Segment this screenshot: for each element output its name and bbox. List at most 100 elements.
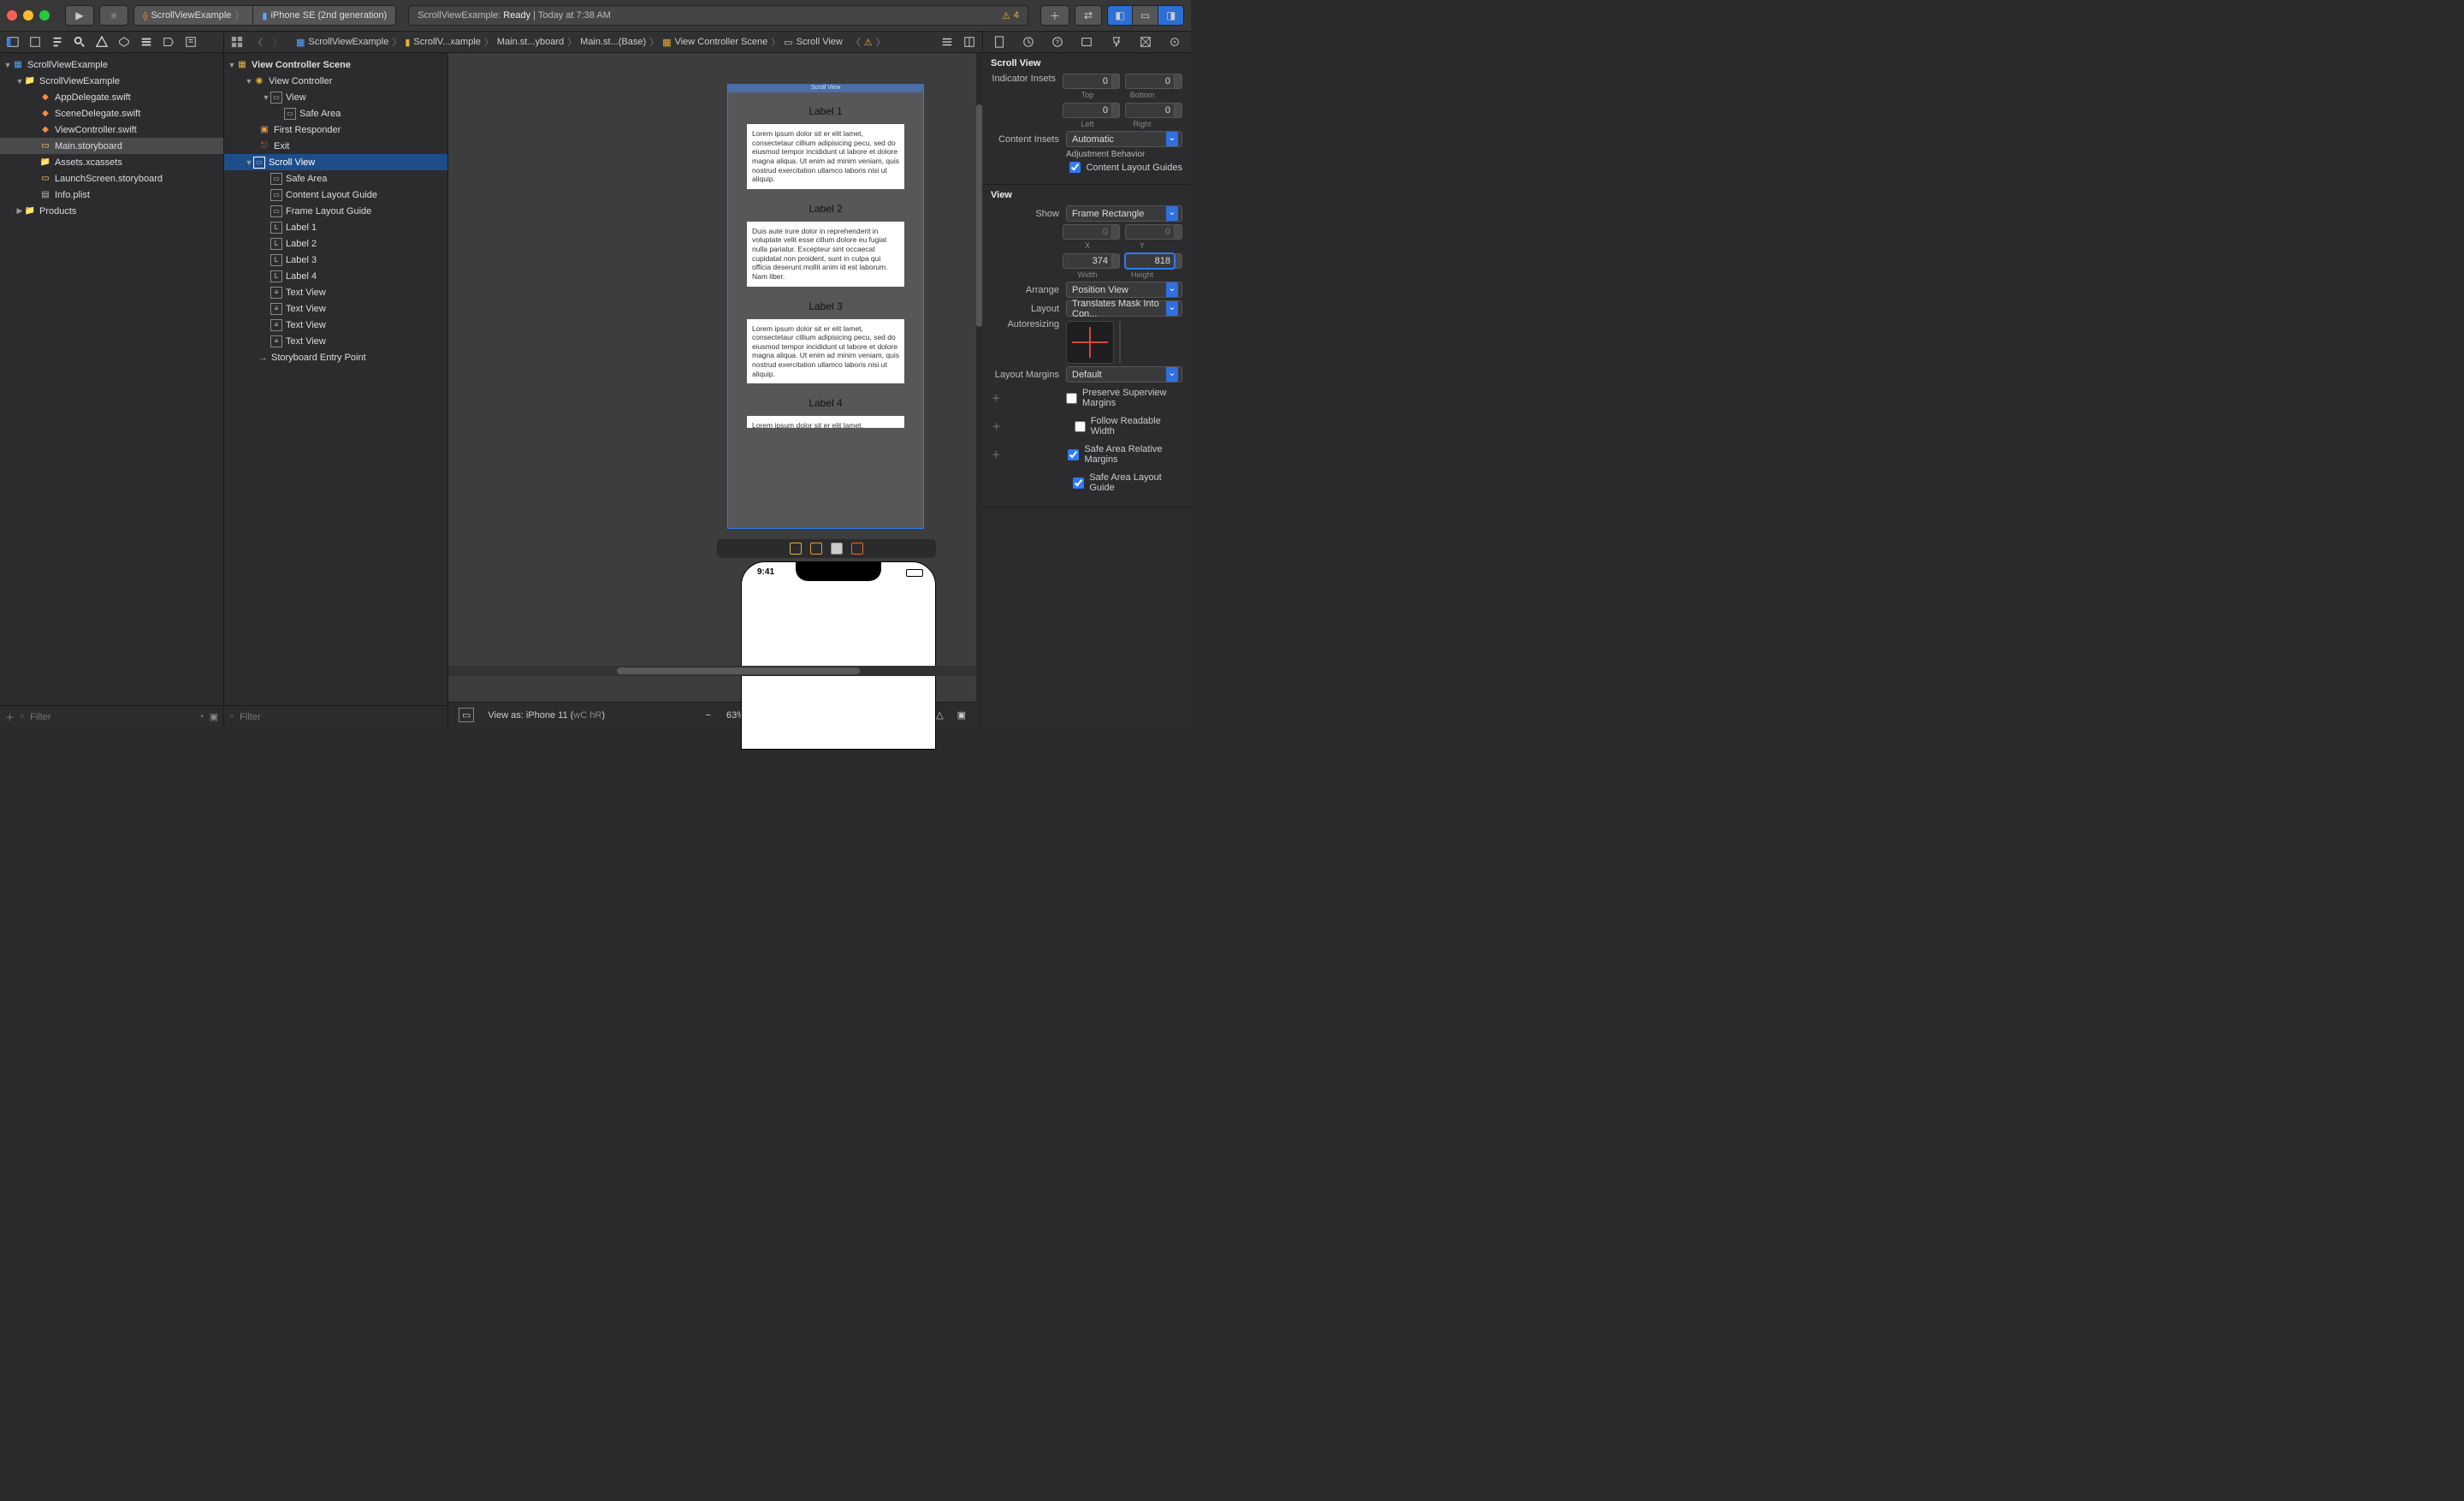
height-field[interactable]: 818 [1125, 253, 1175, 269]
inset-bottom-field[interactable]: 0 [1125, 74, 1175, 89]
stepper-icon[interactable] [1174, 74, 1182, 89]
close-icon[interactable] [7, 10, 17, 21]
navigator-filter-input[interactable] [30, 712, 193, 722]
toggle-debug-button[interactable]: ▭ [1133, 5, 1158, 26]
embed-in-icon[interactable]: ▣ [957, 709, 966, 721]
inset-right-field[interactable]: 0 [1125, 103, 1175, 118]
nav-forward-icon[interactable]: 〉 [273, 35, 282, 49]
outline-safearea[interactable]: ▭Safe Area [224, 105, 447, 122]
file-main-storyboard[interactable]: ▭Main.storyboard [0, 138, 223, 154]
project-group[interactable]: ▼📁ScrollViewExample [0, 73, 223, 89]
minimize-icon[interactable] [23, 10, 33, 21]
adjust-editor-icon[interactable] [941, 36, 953, 48]
inspector-vertical-scrollbar[interactable] [976, 53, 982, 727]
dock-entry-icon[interactable] [851, 543, 863, 555]
canvas-device-frame[interactable]: 9:41 [741, 561, 936, 750]
file-scenedelegate[interactable]: ◆SceneDelegate.swift [0, 105, 223, 122]
identity-inspector-icon[interactable] [1081, 36, 1093, 48]
zoom-icon[interactable] [39, 10, 50, 21]
find-nav-icon[interactable] [74, 36, 86, 48]
safe-area-relative-checkbox[interactable] [1068, 449, 1079, 460]
preserve-superview-checkbox[interactable] [1066, 393, 1077, 404]
safe-area-layout-guide-checkbox[interactable] [1073, 478, 1084, 489]
canvas-textview-4[interactable]: Lorem ipsum dolor sit er elit lamet, [747, 416, 904, 428]
view-as-label[interactable]: View as: iPhone 11 (wC hR) [488, 710, 605, 721]
layout-margins-popup[interactable]: Default [1066, 366, 1182, 383]
scheme-selector[interactable]: ⟠ScrollViewExample〉 ▮iPhone SE (2nd gene… [133, 5, 396, 26]
report-nav-icon[interactable] [185, 36, 197, 48]
outline-entrypoint[interactable]: →Storyboard Entry Point [224, 349, 447, 365]
outline-label2[interactable]: LLabel 2 [224, 235, 447, 252]
outline-scene[interactable]: ▼▦View Controller Scene [224, 56, 447, 73]
content-insets-popup[interactable]: Automatic [1066, 131, 1182, 147]
x-field[interactable]: 0 [1063, 224, 1112, 240]
stepper-icon[interactable] [1174, 103, 1182, 118]
outline-exit[interactable]: ⎋Exit [224, 138, 447, 154]
outline-sv-frameguide[interactable]: ▭Frame Layout Guide [224, 203, 447, 219]
related-items-icon[interactable] [231, 36, 243, 48]
outline-label4[interactable]: LLabel 4 [224, 268, 447, 284]
outline-view[interactable]: ▼▭View [224, 89, 447, 105]
autoresizing-mask-control[interactable] [1066, 321, 1114, 364]
inset-left-field[interactable]: 0 [1063, 103, 1112, 118]
arrange-popup[interactable]: Position View [1066, 282, 1182, 298]
clock-filter-icon[interactable]: ◔ [198, 712, 204, 722]
canvas-textview-1[interactable]: Lorem ipsum dolor sit er elit lamet, con… [747, 124, 904, 189]
content-layout-guides-checkbox[interactable] [1069, 162, 1081, 173]
add-icon[interactable]: ＋ [5, 710, 15, 724]
file-assets[interactable]: 📁Assets.xcassets [0, 154, 223, 170]
library-button[interactable]: ＋ [1040, 5, 1069, 26]
dock-vc-icon[interactable] [790, 543, 802, 555]
toggle-inspector-button[interactable]: ◨ [1158, 5, 1184, 26]
zoom-out-icon[interactable]: − [706, 710, 711, 721]
stepper-icon[interactable] [1111, 253, 1120, 269]
code-review-button[interactable]: ⇄ [1075, 5, 1102, 26]
warning-badge[interactable]: ⚠ 4 [1002, 10, 1019, 21]
stepper-icon[interactable] [1111, 103, 1120, 118]
test-nav-icon[interactable] [118, 36, 130, 48]
scene-dock[interactable] [717, 539, 936, 558]
interface-builder-canvas[interactable]: Scroll View Label 1 Lorem ipsum dolor si… [448, 53, 976, 727]
size-inspector-icon[interactable] [1140, 36, 1152, 48]
canvas-label-2[interactable]: Label 2 [728, 203, 923, 215]
products-group[interactable]: ▶📁Products [0, 203, 223, 219]
scm-filter-icon[interactable]: ▣ [210, 711, 218, 722]
outline-viewcontroller[interactable]: ▼◉View Controller [224, 73, 447, 89]
canvas-label-3[interactable]: Label 3 [728, 300, 923, 312]
outline-filter-input[interactable] [240, 712, 442, 722]
canvas-label-1[interactable]: Label 1 [728, 105, 923, 117]
toggle-navigator-button[interactable]: ◧ [1107, 5, 1133, 26]
dock-exit-icon[interactable] [831, 543, 843, 555]
outline-label1[interactable]: LLabel 1 [224, 219, 447, 235]
file-viewcontroller[interactable]: ◆ViewController.swift [0, 122, 223, 138]
add-trait-icon[interactable]: ＋ [991, 419, 1002, 433]
follow-readable-checkbox[interactable] [1075, 421, 1086, 432]
file-infoplist[interactable]: ▤Info.plist [0, 187, 223, 203]
run-button[interactable]: ▶ [65, 5, 94, 26]
show-popup[interactable]: Frame Rectangle [1066, 205, 1182, 222]
add-trait-icon[interactable]: ＋ [991, 448, 1001, 461]
symbol-nav-icon[interactable] [51, 36, 63, 48]
outline-textview4[interactable]: ≡Text View [224, 333, 447, 349]
file-inspector-icon[interactable] [993, 36, 1005, 48]
stepper-icon[interactable] [1174, 253, 1182, 269]
layout-popup[interactable]: Translates Mask Into Con... [1066, 300, 1182, 317]
project-root[interactable]: ▼▦ScrollViewExample [0, 56, 223, 73]
outline-firstresponder[interactable]: ▣First Responder [224, 122, 447, 138]
stepper-icon[interactable] [1111, 74, 1120, 89]
canvas-textview-3[interactable]: Lorem ipsum dolor sit er elit lamet, con… [747, 319, 904, 384]
y-field[interactable]: 0 [1125, 224, 1175, 240]
outline-scrollview[interactable]: ▼▭Scroll View [224, 154, 447, 170]
resolve-icon[interactable]: △ [936, 709, 943, 721]
toggle-outline-icon[interactable]: ▭ [459, 708, 474, 722]
dock-first-responder-icon[interactable] [810, 543, 822, 555]
outline-textview2[interactable]: ≡Text View [224, 300, 447, 317]
issue-nav-icon[interactable] [96, 36, 108, 48]
outline-label3[interactable]: LLabel 3 [224, 252, 447, 268]
debug-nav-icon[interactable] [140, 36, 152, 48]
canvas-horizontal-scrollbar[interactable] [448, 666, 976, 676]
history-inspector-icon[interactable] [1022, 36, 1034, 48]
attributes-inspector-icon[interactable] [1111, 36, 1122, 48]
inset-top-field[interactable]: 0 [1063, 74, 1112, 89]
stop-button[interactable]: ■ [99, 5, 128, 26]
